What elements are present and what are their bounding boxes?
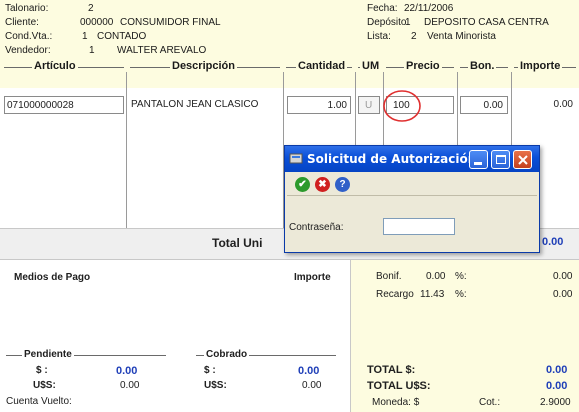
pendiente-usd-label: U$S: — [33, 380, 56, 391]
invoice-header — [0, 0, 579, 88]
talonario-label: Talonario: — [5, 3, 49, 14]
cliente-label: Cliente: — [5, 17, 39, 28]
deposito-name: DEPOSITO CASA CENTRA — [424, 17, 549, 28]
recargo-value[interactable]: 11.43 — [420, 289, 444, 300]
bon-value: 0.00 — [483, 100, 503, 111]
recargo-amount: 0.00 — [553, 289, 573, 300]
descripcion-value: PANTALON JEAN CLASICO — [131, 99, 259, 110]
vendedor-name: WALTER AREVALO — [117, 45, 207, 56]
minimize-icon — [474, 162, 482, 165]
condvta-name: CONTADO — [97, 31, 147, 42]
pendiente-label: Pendiente — [22, 349, 74, 360]
deposito-label: Depósito: — [367, 17, 410, 28]
lista-code[interactable]: 2 — [411, 31, 417, 42]
bon-cell[interactable]: 0.00 — [460, 96, 508, 114]
deposito-code[interactable]: 1 — [405, 17, 411, 28]
articulo-value: 071000000028 — [7, 100, 74, 111]
maximize-icon — [496, 155, 506, 164]
accept-check-icon[interactable]: ✔ — [295, 177, 310, 192]
recargo-pct: %: — [455, 289, 467, 300]
help-icon[interactable]: ? — [335, 177, 350, 192]
authorization-dialog: Solicitud de Autorización ✔ ✖ ? Contrase… — [284, 145, 540, 253]
moneda-label: Moneda: $ — [372, 397, 420, 408]
talonario-value[interactable]: 2 — [88, 3, 94, 14]
cliente-name: CONSUMIDOR FINAL — [120, 17, 221, 28]
password-label: Contraseña: — [289, 222, 344, 233]
total-unidades-value: 0.00 — [542, 236, 564, 248]
um-cell[interactable]: U — [358, 96, 380, 114]
grid-divider — [126, 72, 127, 228]
total-unidades-label: Total Uni — [212, 236, 263, 250]
vendedor-code[interactable]: 1 — [89, 45, 95, 56]
um-value: U — [365, 100, 373, 111]
dialog-title: Solicitud de Autorización — [307, 152, 477, 166]
column-header-articulo: Artículo — [32, 60, 78, 72]
column-header-importe: Importe — [518, 60, 563, 72]
close-button[interactable] — [513, 150, 532, 169]
condvta-code[interactable]: 1 — [82, 31, 88, 42]
dialog-titlebar[interactable]: Solicitud de Autorización — [285, 146, 539, 172]
cobrado-usd-label: U$S: — [204, 380, 227, 391]
cotizacion-label: Cot.: — [479, 397, 501, 408]
app-icon — [289, 153, 303, 164]
medios-pago-label: Medios de Pago — [14, 272, 91, 283]
cliente-code[interactable]: 000000 — [80, 17, 113, 28]
cancel-x-icon[interactable]: ✖ — [315, 177, 330, 192]
column-header-um: UM — [360, 60, 382, 72]
column-header-descripcion: Descripción — [170, 60, 237, 72]
pendiente-usd-value: 0.00 — [120, 380, 140, 391]
minimize-button[interactable] — [469, 150, 488, 169]
payments-importe-label: Importe — [294, 272, 331, 283]
condvta-label: Cond.Vta.: — [5, 31, 53, 42]
vendedor-label: Vendedor: — [5, 45, 51, 56]
maximize-button[interactable] — [491, 150, 510, 169]
cobrado-usd-value: 0.00 — [302, 380, 322, 391]
column-header-precio: Precio — [404, 60, 442, 72]
cobrado-label: Cobrado — [204, 349, 250, 360]
close-icon — [518, 155, 528, 165]
fecha-label: Fecha: — [367, 3, 398, 14]
lista-name: Venta Minorista — [427, 31, 496, 42]
total-usd-label: TOTAL U$S: — [367, 380, 431, 392]
cantidad-value: 1.00 — [327, 100, 347, 111]
importe-value: 0.00 — [553, 99, 573, 110]
cobrado-peso-value: 0.00 — [298, 365, 320, 377]
total-usd-value: 0.00 — [546, 380, 568, 392]
dialog-toolbar: ✔ ✖ ? — [287, 174, 537, 196]
cuenta-vuelto-label: Cuenta Vuelto: — [6, 396, 72, 407]
cantidad-cell[interactable]: 1.00 — [287, 96, 351, 114]
cobrado-peso-label: $ : — [204, 365, 216, 376]
total-peso-label: TOTAL $: — [367, 364, 416, 376]
articulo-cell[interactable]: 071000000028 — [4, 96, 124, 114]
password-input[interactable] — [383, 218, 455, 235]
bonif-value[interactable]: 0.00 — [426, 271, 445, 282]
column-header-bon: Bon. — [468, 60, 497, 72]
bonif-amount: 0.00 — [553, 271, 573, 282]
fecha-value[interactable]: 22/11/2006 — [404, 3, 453, 14]
highlight-circle — [383, 90, 421, 122]
column-header-cantidad: Cantidad — [296, 60, 348, 72]
bonif-pct: %: — [455, 271, 467, 282]
lista-label: Lista: — [367, 31, 391, 42]
total-peso-value: 0.00 — [546, 364, 568, 376]
cotizacion-value: 2.9000 — [540, 397, 571, 408]
pendiente-peso-label: $ : — [36, 365, 48, 376]
recargo-label: Recargo — [376, 289, 414, 300]
bonif-label: Bonif. — [376, 271, 402, 282]
pendiente-peso-value: 0.00 — [116, 365, 138, 377]
